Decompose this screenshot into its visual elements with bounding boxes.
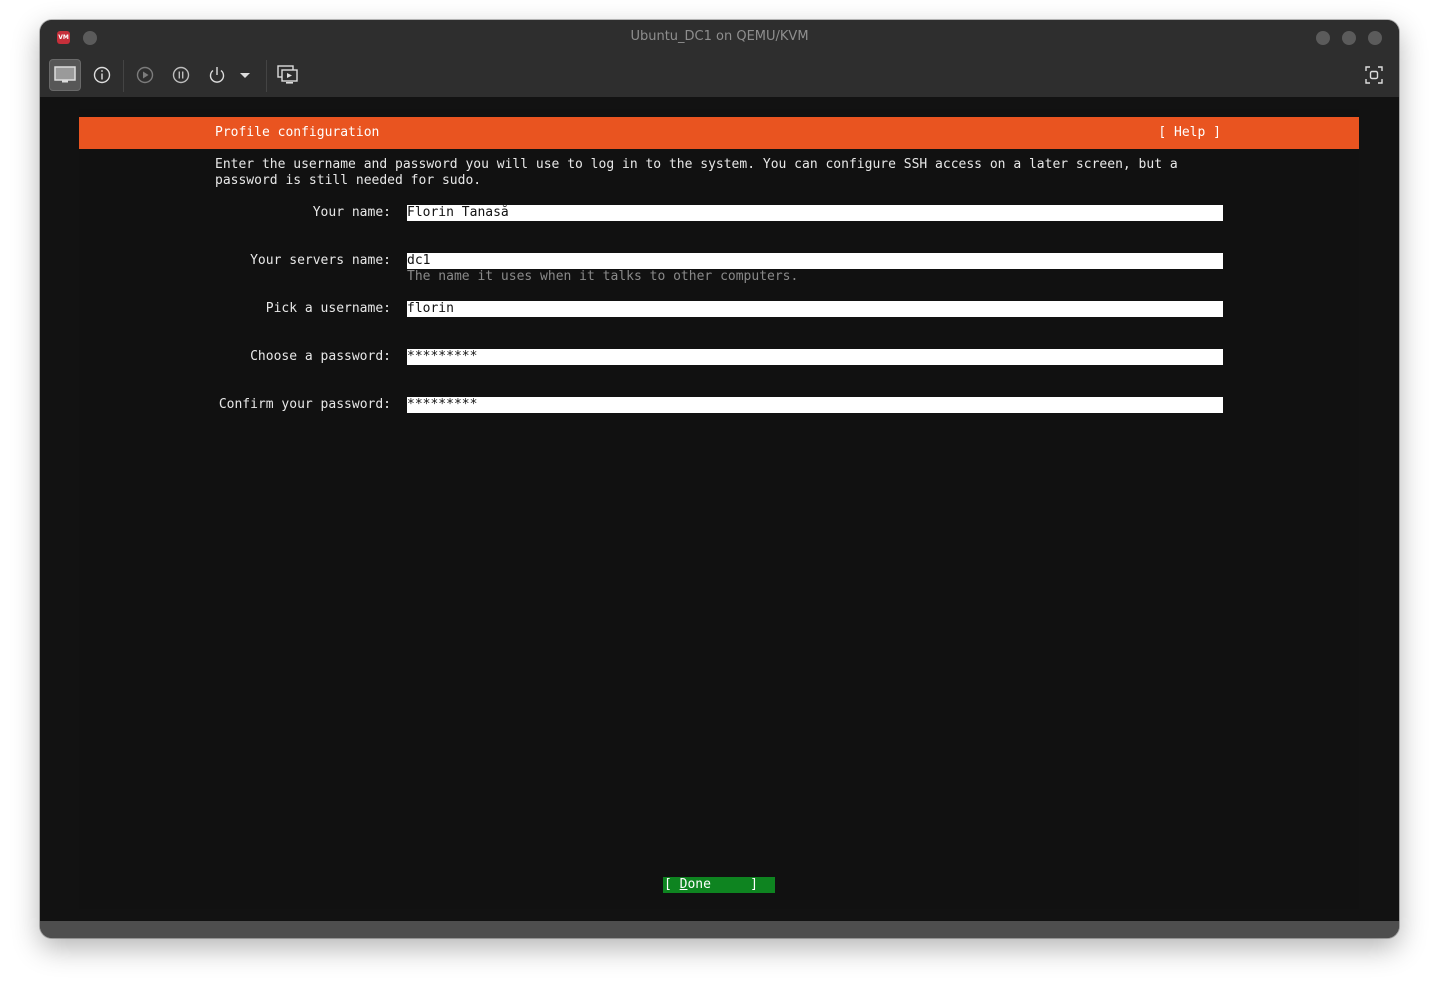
vm-console-area[interactable]: Profile configuration [ Help ] Enter the… <box>40 97 1399 921</box>
play-icon <box>136 66 154 84</box>
your-name-label: Your name: <box>312 205 391 220</box>
power-icon <box>209 67 225 83</box>
server-name-hint: The name it uses when it talks to other … <box>407 269 799 284</box>
toolbar-separator <box>123 60 124 92</box>
caret-down-icon <box>240 73 250 78</box>
shutdown-menu-button[interactable] <box>233 59 257 91</box>
done-bracket-open: [ <box>664 877 680 892</box>
snapshots-button[interactable] <box>272 59 304 91</box>
monitor-icon <box>54 66 76 83</box>
show-details-button[interactable] <box>86 59 118 91</box>
installer-header: Profile configuration [ Help ] <box>79 117 1359 149</box>
server-name-label: Your servers name: <box>250 253 391 268</box>
screens-icon <box>277 65 298 84</box>
done-bracket-close: ] <box>710 877 758 892</box>
intro-text: Enter the username and password you will… <box>215 157 1178 188</box>
pause-icon <box>172 66 190 84</box>
window-title: Ubuntu_DC1 on QEMU/KVM <box>630 29 809 44</box>
show-console-button[interactable] <box>49 59 81 91</box>
confirm-password-label: Confirm your password: <box>218 397 391 412</box>
username-input[interactable]: florin <box>407 301 1223 317</box>
server-name-input[interactable]: dc1 <box>407 253 1223 269</box>
guest-screen[interactable]: Profile configuration [ Help ] Enter the… <box>79 109 1359 909</box>
close-button[interactable] <box>1368 31 1382 45</box>
title-bar[interactable]: VM Ubuntu_DC1 on QEMU/KVM <box>40 20 1399 54</box>
username-label: Pick a username: <box>265 301 391 316</box>
shutdown-button[interactable] <box>201 59 233 91</box>
done-button[interactable]: [ Done ] <box>663 877 775 893</box>
vm-window: VM Ubuntu_DC1 on QEMU/KVM Profile config… <box>40 20 1399 938</box>
run-button[interactable] <box>129 59 161 91</box>
help-button[interactable]: [ Help ] <box>1158 125 1221 140</box>
your-name-input[interactable]: Florin Tanasă <box>407 205 1223 221</box>
password-label: Choose a password: <box>250 349 391 364</box>
password-input[interactable]: ********* <box>407 349 1223 365</box>
info-icon <box>93 66 111 84</box>
done-label-rest: one <box>687 877 711 892</box>
confirm-password-input[interactable]: ********* <box>407 397 1223 413</box>
window-bottom-border <box>40 921 1399 938</box>
maximize-button[interactable] <box>1342 31 1356 45</box>
toolbar <box>40 54 1399 98</box>
pause-button[interactable] <box>165 59 197 91</box>
toolbar-separator <box>266 60 267 92</box>
fullscreen-icon <box>1365 66 1383 84</box>
fullscreen-button[interactable] <box>1358 59 1390 91</box>
minimize-button[interactable] <box>1316 31 1330 45</box>
page-title: Profile configuration <box>215 125 380 140</box>
